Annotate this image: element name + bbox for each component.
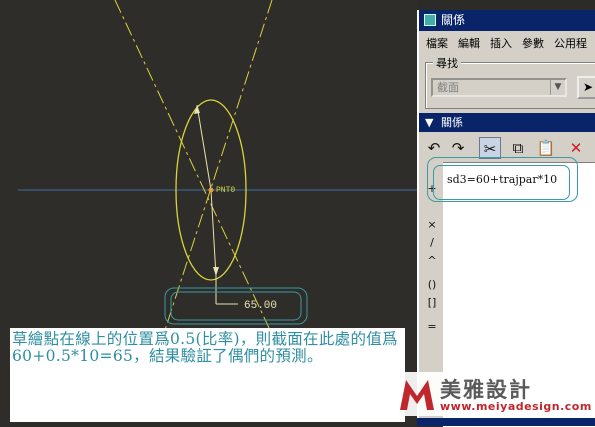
window-title: 關係 [441,13,466,27]
menu-insert[interactable]: 插入 [487,34,515,54]
sketch-canvas[interactable]: PNT0 65.00 草繪點在線上的位置爲0.5(比率)，則截面在此處的值爲60… [0,0,417,426]
redo-icon[interactable]: ↷ [447,137,469,159]
logo-url: www.meiyadesign.com [440,400,592,413]
copy-icon[interactable]: ⧉ [507,137,529,159]
relations-window: 關係 檔案 編輯 插入 參數 公用程 尋找 截面 ▼ ➤ ▼ 關係 ↶ ↷ ✂ ⧉ 📋 … [417,10,595,427]
bottom-section-bar[interactable] [417,418,595,426]
undo-icon[interactable]: ↶ [423,137,445,159]
expression-highlight-inner [433,165,570,200]
dimension-line-down [210,189,217,277]
menu-edit[interactable]: 編輯 [455,34,483,54]
cut-icon[interactable]: ✂ [479,137,501,159]
find-label: 尋找 [433,55,461,71]
point-label: PNT0 [216,186,235,195]
select-arrow-button[interactable]: ➤ [577,76,595,99]
section-title: 關係 [441,116,463,129]
menu-parameters[interactable]: 參數 [519,34,547,54]
delete-icon[interactable]: ✕ [565,137,587,159]
dimension-leader [196,104,212,191]
collapse-icon[interactable]: ▼ [425,113,433,132]
explanation-note: 草繪點在線上的位置爲0.5(比率)，則截面在此處的值爲60+0.5*10=65，… [12,330,398,365]
dimension-highlight-outer [164,287,308,325]
relations-section-header[interactable]: ▼ 關係 [419,113,595,132]
dimension-value: 65.00 [244,300,277,312]
power-button[interactable]: ^ [421,254,443,267]
menu-file[interactable]: 檔案 [423,34,451,54]
trajectory-line-right [164,0,273,331]
trajectory-line-left [114,0,271,331]
parentheses-button[interactable]: () [421,278,443,291]
find-select-value: 截面 [437,81,459,94]
window-titlebar[interactable]: 關係 [419,10,595,31]
find-select[interactable]: 截面 ▼ [431,78,567,97]
menu-bar: 檔案 編輯 插入 參數 公用程 [419,34,595,54]
divide-button[interactable]: / [421,236,443,249]
multiply-button[interactable]: × [421,218,443,231]
sketch-point [208,187,214,193]
watermark-logo: 美雅設計 www.meiyadesign.com [392,372,595,416]
cursor-arrow-icon: ➤ [582,80,594,94]
app-icon [424,14,436,26]
chevron-down-icon[interactable]: ▼ [550,80,565,95]
menu-utilities[interactable]: 公用程 [551,34,590,54]
paste-icon[interactable]: 📋 [535,137,557,159]
equals-button[interactable]: = [421,320,443,333]
dimension-highlight-inner [170,291,302,321]
brackets-button[interactable]: [] [421,296,443,309]
logo-mark-icon [400,380,434,410]
